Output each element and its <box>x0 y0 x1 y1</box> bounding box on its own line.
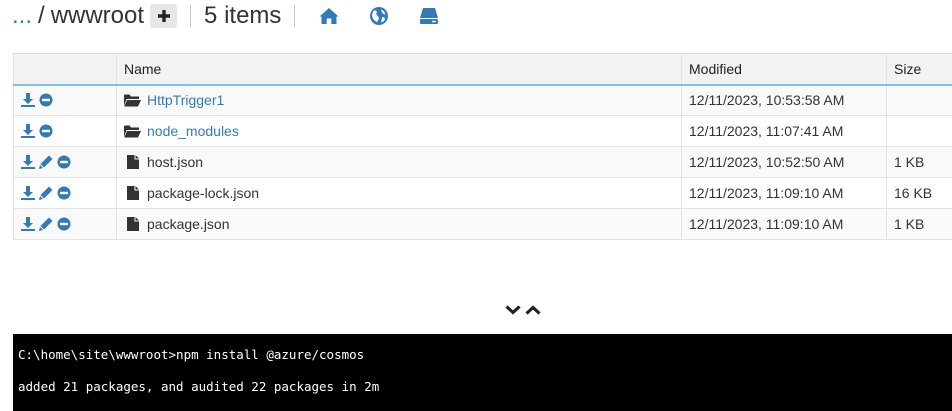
chevron-up-icon <box>525 305 541 315</box>
folder-link[interactable]: node_modules <box>147 123 239 139</box>
folder-link[interactable]: HttpTrigger1 <box>147 92 224 108</box>
edit-icon[interactable] <box>38 155 53 170</box>
header-bar: ... / wwwroot 5 items <box>12 0 440 32</box>
item-count: 5 items <box>204 2 282 29</box>
row-actions <box>13 177 117 209</box>
table-row: node_modules 12/11/2023, 11:07:41 AM <box>13 115 952 147</box>
size-cell <box>886 115 952 147</box>
size-cell: 1 KB <box>886 146 952 178</box>
home-icon <box>319 8 339 24</box>
header-divider <box>294 5 296 27</box>
name-cell: package-lock.json <box>116 177 682 209</box>
edit-icon[interactable] <box>38 217 53 232</box>
row-actions <box>13 84 117 116</box>
file-icon <box>124 217 141 232</box>
globe-icon <box>370 7 389 25</box>
file-link[interactable]: host.json <box>147 154 203 170</box>
globe-button[interactable] <box>368 5 390 27</box>
delete-icon[interactable] <box>56 155 71 170</box>
file-icon <box>124 155 141 170</box>
name-cell: package.json <box>116 208 682 240</box>
row-actions <box>13 146 117 178</box>
download-icon[interactable] <box>20 217 35 232</box>
size-cell: 1 KB <box>886 208 952 240</box>
delete-icon[interactable] <box>56 217 71 232</box>
row-actions <box>13 115 117 147</box>
file-link[interactable]: package.json <box>147 216 230 232</box>
drive-icon <box>420 8 439 24</box>
name-cell: HttpTrigger1 <box>116 84 682 116</box>
drive-button[interactable] <box>418 5 440 27</box>
console-command-line: C:\home\site\wwwroot>npm install @azure/… <box>18 347 365 362</box>
delete-icon[interactable] <box>38 93 53 108</box>
file-table: Name Modified Size HttpTrigger1 12/11/20… <box>13 53 952 240</box>
modified-cell: 12/11/2023, 10:53:58 AM <box>681 84 887 116</box>
modified-cell: 12/11/2023, 10:52:50 AM <box>681 146 887 178</box>
console-output-line: added 21 packages, and audited 22 packag… <box>18 379 380 394</box>
size-cell: 16 KB <box>886 177 952 209</box>
breadcrumb-parent-link[interactable]: ... <box>12 2 32 30</box>
table-row: HttpTrigger1 12/11/2023, 10:53:58 AM <box>13 84 952 116</box>
folder-open-icon <box>124 93 141 108</box>
chevron-down-icon <box>505 305 521 315</box>
collapse-down-button[interactable] <box>505 302 521 318</box>
name-cell: node_modules <box>116 115 682 147</box>
name-cell: host.json <box>116 146 682 178</box>
file-icon <box>124 186 141 201</box>
size-cell <box>886 84 952 116</box>
folder-open-icon <box>124 124 141 139</box>
current-folder-name: wwwroot <box>50 2 145 29</box>
plus-icon <box>157 10 170 22</box>
download-icon[interactable] <box>20 186 35 201</box>
size-column-header[interactable]: Size <box>886 53 952 86</box>
home-button[interactable] <box>318 5 340 27</box>
actions-column-header <box>13 53 117 86</box>
file-link[interactable]: package-lock.json <box>147 185 259 201</box>
header-divider <box>190 5 192 27</box>
delete-icon[interactable] <box>56 186 71 201</box>
name-column-header[interactable]: Name <box>116 53 682 86</box>
edit-icon[interactable] <box>38 186 53 201</box>
table-header-row: Name Modified Size <box>13 53 952 86</box>
modified-cell: 12/11/2023, 11:07:41 AM <box>681 115 887 147</box>
breadcrumb-separator: / <box>38 2 45 29</box>
modified-cell: 12/11/2023, 11:09:10 AM <box>681 208 887 240</box>
download-icon[interactable] <box>20 93 35 108</box>
table-row: package.json 12/11/2023, 11:09:10 AM 1 K… <box>13 208 952 240</box>
download-icon[interactable] <box>20 124 35 139</box>
download-icon[interactable] <box>20 155 35 170</box>
table-row: package-lock.json 12/11/2023, 11:09:10 A… <box>13 177 952 209</box>
debug-console[interactable]: C:\home\site\wwwroot>npm install @azure/… <box>13 334 952 411</box>
modified-column-header[interactable]: Modified <box>681 53 887 86</box>
table-row: host.json 12/11/2023, 10:52:50 AM 1 KB <box>13 146 952 178</box>
delete-icon[interactable] <box>38 124 53 139</box>
console-resize-controls <box>505 302 541 318</box>
modified-cell: 12/11/2023, 11:09:10 AM <box>681 177 887 209</box>
add-button[interactable] <box>150 4 178 28</box>
expand-up-button[interactable] <box>525 302 541 318</box>
row-actions <box>13 208 117 240</box>
